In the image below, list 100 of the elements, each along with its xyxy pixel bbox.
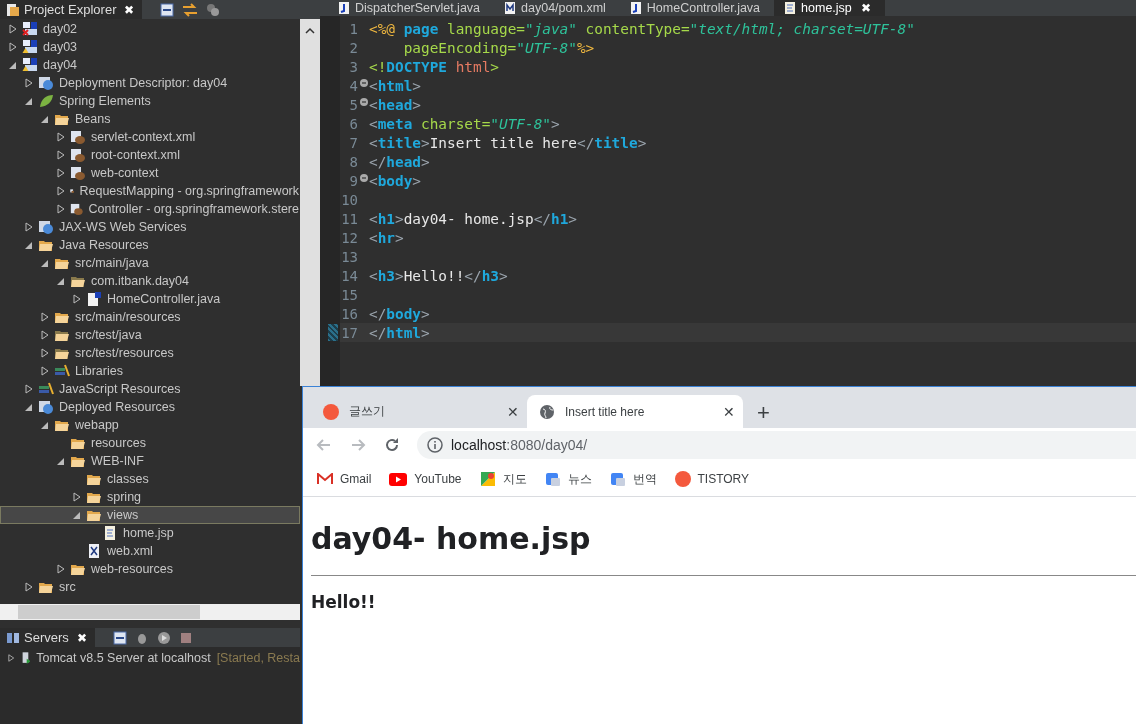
expand-icon[interactable] [41, 348, 49, 358]
expand-icon[interactable] [25, 78, 33, 88]
tree-item[interactable]: root-context.xml [0, 146, 300, 164]
explorer-tab[interactable]: Project Explorer ✖ [0, 0, 143, 19]
close-icon[interactable]: ✕ [723, 403, 735, 420]
collapse-arrow-icon[interactable] [9, 60, 17, 70]
expand-icon[interactable] [57, 186, 65, 196]
tree-item[interactable]: Deployment Descriptor: day04 [0, 74, 300, 92]
tree-item[interactable]: Java Resources [0, 236, 300, 254]
tree-item[interactable]: Controller - org.springframework.stere [0, 200, 300, 218]
editor-tab[interactable]: DispatcherServlet.java [328, 0, 495, 16]
code-line: <!DOCTYPE html> [369, 58, 499, 75]
tree-item[interactable]: JavaScript Resources [0, 380, 300, 398]
collapse-arrow-icon[interactable] [25, 96, 33, 106]
tree-item[interactable]: classes [0, 470, 300, 488]
tree-item[interactable]: home.jsp [0, 524, 300, 542]
collapse-arrow-icon[interactable] [57, 456, 65, 466]
tree-item[interactable]: web.xml [0, 542, 300, 560]
fold-icon[interactable] [359, 98, 368, 106]
editor-tab[interactable]: day04/pom.xml [494, 0, 620, 16]
line-number: 2 [348, 39, 358, 56]
tree-item[interactable]: src/test/resources [0, 344, 300, 362]
jsp-file-icon [784, 1, 797, 15]
tree-item[interactable]: Beans [0, 110, 300, 128]
tree-item[interactable]: com.itbank.day04 [0, 272, 300, 290]
tree-item[interactable]: resources [0, 434, 300, 452]
collapse-arrow-icon[interactable] [25, 402, 33, 412]
tree-item[interactable]: Libraries [0, 362, 300, 380]
close-icon[interactable]: ✖ [124, 2, 135, 17]
expand-icon[interactable] [73, 294, 81, 304]
expand-icon[interactable] [25, 222, 33, 232]
tree-item[interactable]: Spring Elements [0, 92, 300, 110]
bookmark[interactable]: Gmail [317, 472, 372, 486]
tree-item[interactable]: src [0, 578, 300, 596]
expand-icon[interactable] [9, 24, 17, 34]
expand-icon[interactable] [41, 312, 49, 322]
expand-icon[interactable] [41, 330, 49, 340]
bookmark[interactable]: TISTORY [674, 471, 750, 487]
servers-tab[interactable]: Servers ✖ [0, 628, 95, 647]
tree-item[interactable]: webapp [0, 416, 300, 434]
collapse-arrow-icon[interactable] [41, 258, 49, 268]
tree-item[interactable]: views [0, 506, 300, 524]
expand-icon[interactable] [57, 564, 65, 574]
tree-item[interactable]: HomeController.java [0, 290, 300, 308]
stop-icon[interactable] [178, 630, 193, 645]
vertical-scrollbar[interactable] [300, 19, 320, 386]
tree-item[interactable]: RequestMapping - org.springframework [0, 182, 300, 200]
bookmark[interactable]: 지도 [479, 470, 527, 488]
tree-item[interactable]: web-resources [0, 560, 300, 578]
expand-icon[interactable] [73, 492, 81, 502]
tree-item[interactable]: day03 [0, 38, 300, 56]
play-icon[interactable] [156, 630, 171, 645]
collapse-arrow-icon[interactable] [73, 510, 81, 520]
horizontal-scrollbar[interactable] [0, 604, 300, 620]
tree-item[interactable]: WEB-INF [0, 452, 300, 470]
expand-icon[interactable] [25, 384, 33, 394]
tree-item[interactable]: src/main/resources [0, 308, 300, 326]
servers-icon [6, 630, 20, 645]
browser-tab[interactable]: Insert title here ✕ [527, 395, 743, 428]
dot-logo-icon [674, 471, 691, 487]
address-bar[interactable]: localhost:8080/day04/ [417, 431, 1136, 459]
expand-icon[interactable] [9, 42, 17, 52]
tree-item[interactable]: JAX-WS Web Services [0, 218, 300, 236]
bookmark[interactable]: 뉴스 [544, 470, 592, 488]
tree-item[interactable]: web-context [0, 164, 300, 182]
server-item[interactable]: Tomcat v8.5 Server at localhost [Started, Resta [0, 647, 300, 669]
collapse-arrow-icon[interactable] [57, 276, 65, 286]
tree-item[interactable]: servlet-context.xml [0, 128, 300, 146]
reload-icon[interactable] [383, 436, 401, 454]
close-icon[interactable]: ✕ [507, 403, 519, 420]
fold-icon[interactable] [359, 79, 368, 87]
tree-item[interactable]: src/test/java [0, 326, 300, 344]
link-icon[interactable] [182, 2, 199, 17]
new-tab-button[interactable]: + [757, 402, 770, 424]
tree-item[interactable]: spring [0, 488, 300, 506]
expand-icon[interactable] [57, 168, 65, 178]
collapse-arrow-icon[interactable] [25, 240, 33, 250]
bookmark[interactable]: 번역 [609, 470, 657, 488]
editor-tab[interactable]: HomeController.java [619, 0, 775, 16]
bookmark[interactable]: YouTube [389, 472, 462, 486]
tree-item[interactable]: src/main/java [0, 254, 300, 272]
expand-icon[interactable] [57, 204, 65, 214]
tree-item[interactable]: day04 [0, 56, 300, 74]
tree-item[interactable]: day02 [0, 20, 300, 38]
close-icon[interactable]: ✖ [860, 1, 871, 15]
tree-item[interactable]: Deployed Resources [0, 398, 300, 416]
expand-icon[interactable] [8, 653, 15, 663]
browser-tab[interactable]: 글쓰기 ✕ [311, 395, 527, 428]
expand-icon[interactable] [25, 582, 33, 592]
collapse-arrow-icon[interactable] [41, 420, 49, 430]
collapse-arrow-icon[interactable] [41, 114, 49, 124]
close-icon[interactable]: ✖ [76, 630, 87, 645]
collapse-icon[interactable] [112, 630, 127, 645]
collapse-icon[interactable] [160, 2, 175, 17]
expand-icon[interactable] [57, 132, 65, 142]
editor-tab[interactable]: home.jsp ✖ [774, 0, 885, 16]
expand-icon[interactable] [41, 366, 49, 376]
expand-icon[interactable] [57, 150, 65, 160]
scroll-up-icon[interactable] [305, 27, 315, 34]
fold-icon[interactable] [359, 174, 368, 182]
